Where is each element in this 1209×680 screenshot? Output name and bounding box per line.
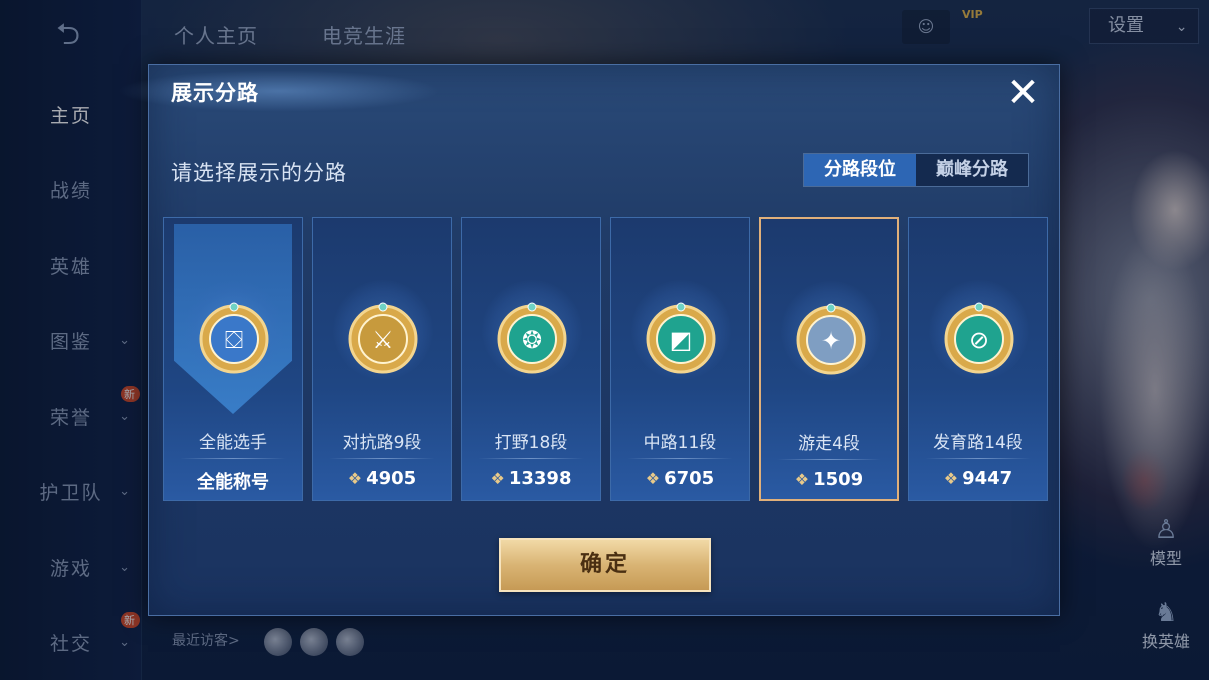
svg-text:❂: ❂ <box>522 326 542 354</box>
svg-text:⊘: ⊘ <box>969 326 989 354</box>
lane-display-dialog: 展示分路 ✕ 请选择展示的分路 分路段位 巅峰分路 ⛋ 全能选手全能称号 ⚔ 对抗路9… <box>119 61 1060 616</box>
svg-text:⛋: ⛋ <box>225 326 243 354</box>
svg-text:⚔: ⚔ <box>372 326 394 354</box>
mid-lane-medal-icon: ◩ <box>646 302 716 374</box>
divider <box>478 458 584 459</box>
rank-points-icon: ❖ <box>794 470 810 489</box>
divider <box>925 458 1031 459</box>
toggle-peak-lane[interactable]: 巅峰分路 <box>916 154 1028 186</box>
score-value: 6705 <box>664 468 715 489</box>
farm-lane-medal-icon: ⊘ <box>944 302 1014 374</box>
lane-card[interactable]: ◩ 中路11段 ❖ 6705 <box>610 217 750 501</box>
lane-label: 游走4段 <box>798 434 860 454</box>
lane-prompt: 请选择展示的分路 <box>171 161 347 185</box>
lane-card[interactable]: ⛋ 全能选手全能称号 <box>163 217 303 501</box>
lane-card[interactable]: ❂ 打野18段 ❖ 13398 <box>461 217 601 501</box>
toggle-lane-rank[interactable]: 分路段位 <box>804 154 916 186</box>
svg-text:✦: ✦ <box>821 327 841 355</box>
lane-card[interactable]: ✦ 游走4段 ❖ 1509 <box>759 217 899 501</box>
lane-title-sub: 全能称号 <box>197 472 269 493</box>
divider <box>777 459 881 460</box>
divider <box>627 458 733 459</box>
divider <box>329 458 435 459</box>
score-value: 1509 <box>813 469 864 490</box>
jungle-medal-icon: ❂ <box>497 302 567 374</box>
score-value: 9447 <box>962 468 1013 489</box>
lane-label: 全能选手 <box>199 433 267 453</box>
lane-score: ❖ 9447 <box>909 468 1047 489</box>
dialog-title: 展示分路 <box>171 81 259 105</box>
lane-label: 打野18段 <box>494 433 568 453</box>
svg-text:◩: ◩ <box>670 326 693 354</box>
lane-mode-toggle: 分路段位 巅峰分路 <box>803 153 1029 187</box>
rank-points-icon: ❖ <box>490 469 505 488</box>
all-round-medal-icon: ⛋ <box>199 302 269 374</box>
divider <box>180 458 286 459</box>
confirm-button[interactable]: 确定 <box>499 538 711 592</box>
lane-label: 对抗路9段 <box>342 433 422 453</box>
rank-points-icon: ❖ <box>645 469 661 488</box>
rank-points-icon: ❖ <box>943 469 959 488</box>
clash-lane-medal-icon: ⚔ <box>348 302 418 374</box>
lane-score: ❖ 4905 <box>313 468 451 489</box>
lane-label: 发育路14段 <box>933 433 1023 453</box>
lane-card[interactable]: ⊘ 发育路14段 ❖ 9447 <box>908 217 1048 501</box>
lane-score: ❖ 13398 <box>462 468 600 489</box>
rank-points-icon: ❖ <box>347 469 363 488</box>
roam-medal-icon: ✦ <box>796 303 866 375</box>
lane-card[interactable]: ⚔ 对抗路9段 ❖ 4905 <box>312 217 452 501</box>
score-value: 13398 <box>508 468 572 489</box>
close-icon[interactable]: ✕ <box>999 71 1047 115</box>
score-value: 4905 <box>366 468 417 489</box>
lane-score: ❖ 1509 <box>761 469 897 490</box>
lane-score: ❖ 6705 <box>611 468 749 489</box>
lane-label: 中路11段 <box>643 433 717 453</box>
